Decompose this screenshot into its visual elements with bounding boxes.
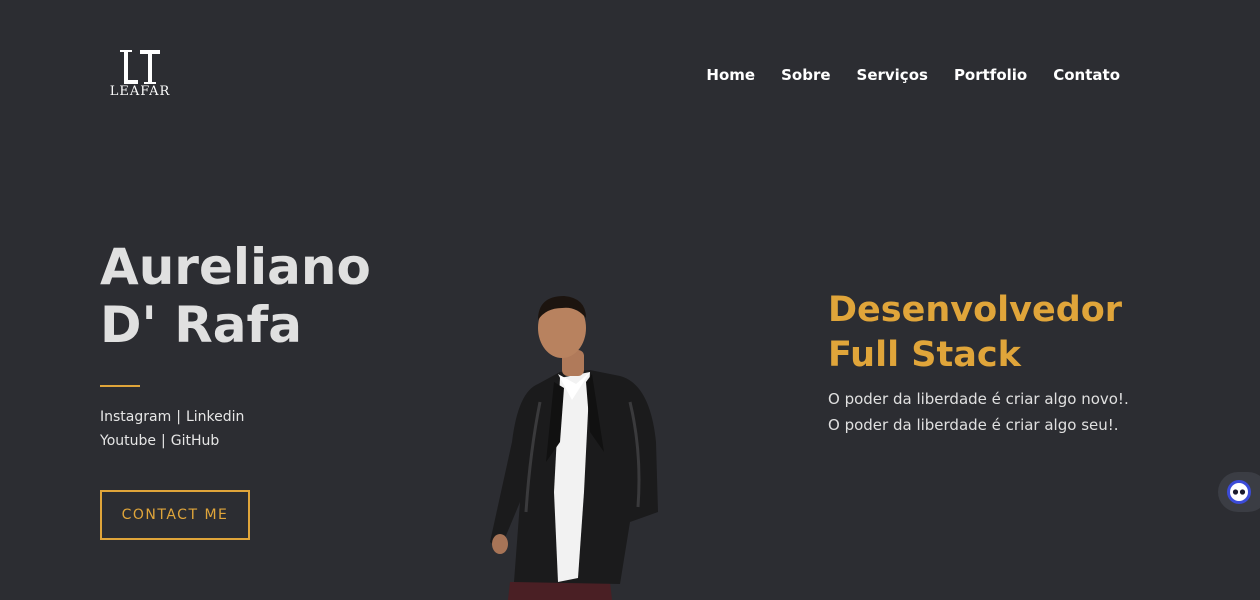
- contact-me-button[interactable]: CONTACT ME: [100, 490, 250, 540]
- social-separator: |: [161, 433, 166, 449]
- social-link-github[interactable]: GitHub: [171, 429, 220, 453]
- logo-monogram-icon: [120, 50, 160, 84]
- role-title-line1: Desenvolvedor: [828, 290, 1123, 330]
- nav-item-servicos[interactable]: Serviços: [857, 66, 928, 84]
- tagline: O poder da liberdade é criar algo novo!.…: [828, 386, 1129, 438]
- profile-photo: [480, 292, 680, 600]
- role-title: Desenvolvedor Full Stack: [828, 288, 1122, 378]
- social-separator: |: [176, 409, 181, 425]
- social-link-instagram[interactable]: Instagram: [100, 405, 171, 429]
- tagline-line2: O poder da liberdade é criar algo seu!.: [828, 416, 1119, 434]
- social-link-linkedin[interactable]: Linkedin: [186, 405, 244, 429]
- hero-name: Aureliano D' Rafa: [100, 238, 371, 354]
- chat-bot-icon: [1227, 480, 1251, 504]
- main-nav: Home Sobre Serviços Portfolio Contato: [706, 66, 1120, 84]
- logo-wordmark: LEAFAR: [109, 84, 171, 99]
- tagline-line1: O poder da liberdade é criar algo novo!.: [828, 390, 1129, 408]
- hero-name-line2: D' Rafa: [100, 296, 302, 354]
- role-title-line2: Full Stack: [828, 335, 1021, 375]
- nav-item-home[interactable]: Home: [706, 66, 755, 84]
- nav-item-contato[interactable]: Contato: [1053, 66, 1120, 84]
- chat-widget-button[interactable]: [1218, 472, 1260, 512]
- hero-name-line1: Aureliano: [100, 238, 371, 296]
- accent-divider: [100, 385, 140, 387]
- brand-logo[interactable]: LEAFAR: [109, 48, 171, 108]
- nav-item-sobre[interactable]: Sobre: [781, 66, 830, 84]
- social-link-youtube[interactable]: Youtube: [100, 429, 156, 453]
- social-links: Instagram | Linkedin Youtube | GitHub: [100, 405, 244, 453]
- nav-item-portfolio[interactable]: Portfolio: [954, 66, 1027, 84]
